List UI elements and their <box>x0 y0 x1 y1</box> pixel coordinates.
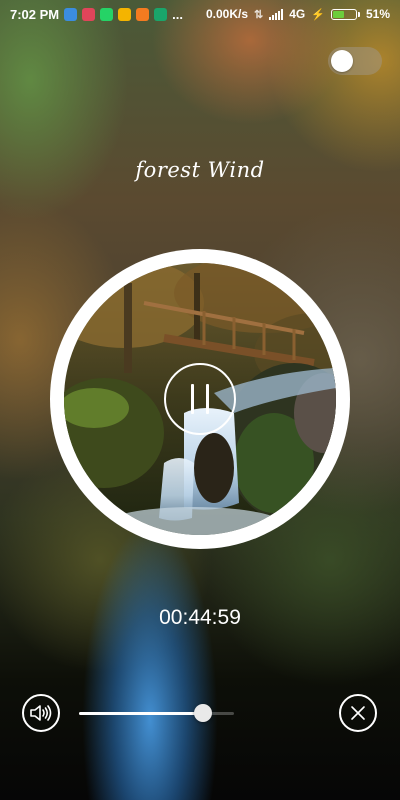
status-time: 7:02 PM <box>10 6 60 22</box>
network-type: 4G <box>289 7 306 21</box>
volume-slider-thumb[interactable] <box>194 704 212 722</box>
notification-app-icon-1 <box>64 7 78 21</box>
volume-button[interactable] <box>22 694 60 732</box>
net-speed: 0.00K/s <box>206 7 249 21</box>
notification-app-icon-2 <box>82 7 96 21</box>
pause-icon-bar <box>206 384 209 414</box>
close-button[interactable] <box>339 694 377 732</box>
notification-app-icon-4 <box>118 7 132 21</box>
charging-icon: ⚡ <box>311 8 325 21</box>
elapsed-time: 00:44:59 <box>159 606 241 629</box>
notification-app-icon-5 <box>136 7 150 21</box>
pause-button[interactable] <box>164 363 236 435</box>
pause-icon <box>191 384 194 414</box>
battery-icon <box>330 8 360 20</box>
volume-icon <box>30 705 52 721</box>
battery-percent: 51% <box>365 7 390 21</box>
volume-slider-fill <box>79 712 203 715</box>
close-icon <box>351 706 365 720</box>
status-more: ... <box>172 6 183 22</box>
track-title: forest Wind <box>135 158 265 182</box>
whatsapp-icon <box>100 7 114 21</box>
data-transfer-icon: ⇅ <box>254 8 264 21</box>
signal-icon <box>269 8 284 20</box>
notification-app-icon-6 <box>154 7 168 21</box>
toggle-switch[interactable] <box>328 47 382 75</box>
toggle-knob <box>331 50 353 72</box>
volume-slider[interactable] <box>79 704 234 722</box>
status-bar: 7:02 PM ... 0.00K/s ⇅ 4G ⚡ 51% <box>0 0 400 28</box>
